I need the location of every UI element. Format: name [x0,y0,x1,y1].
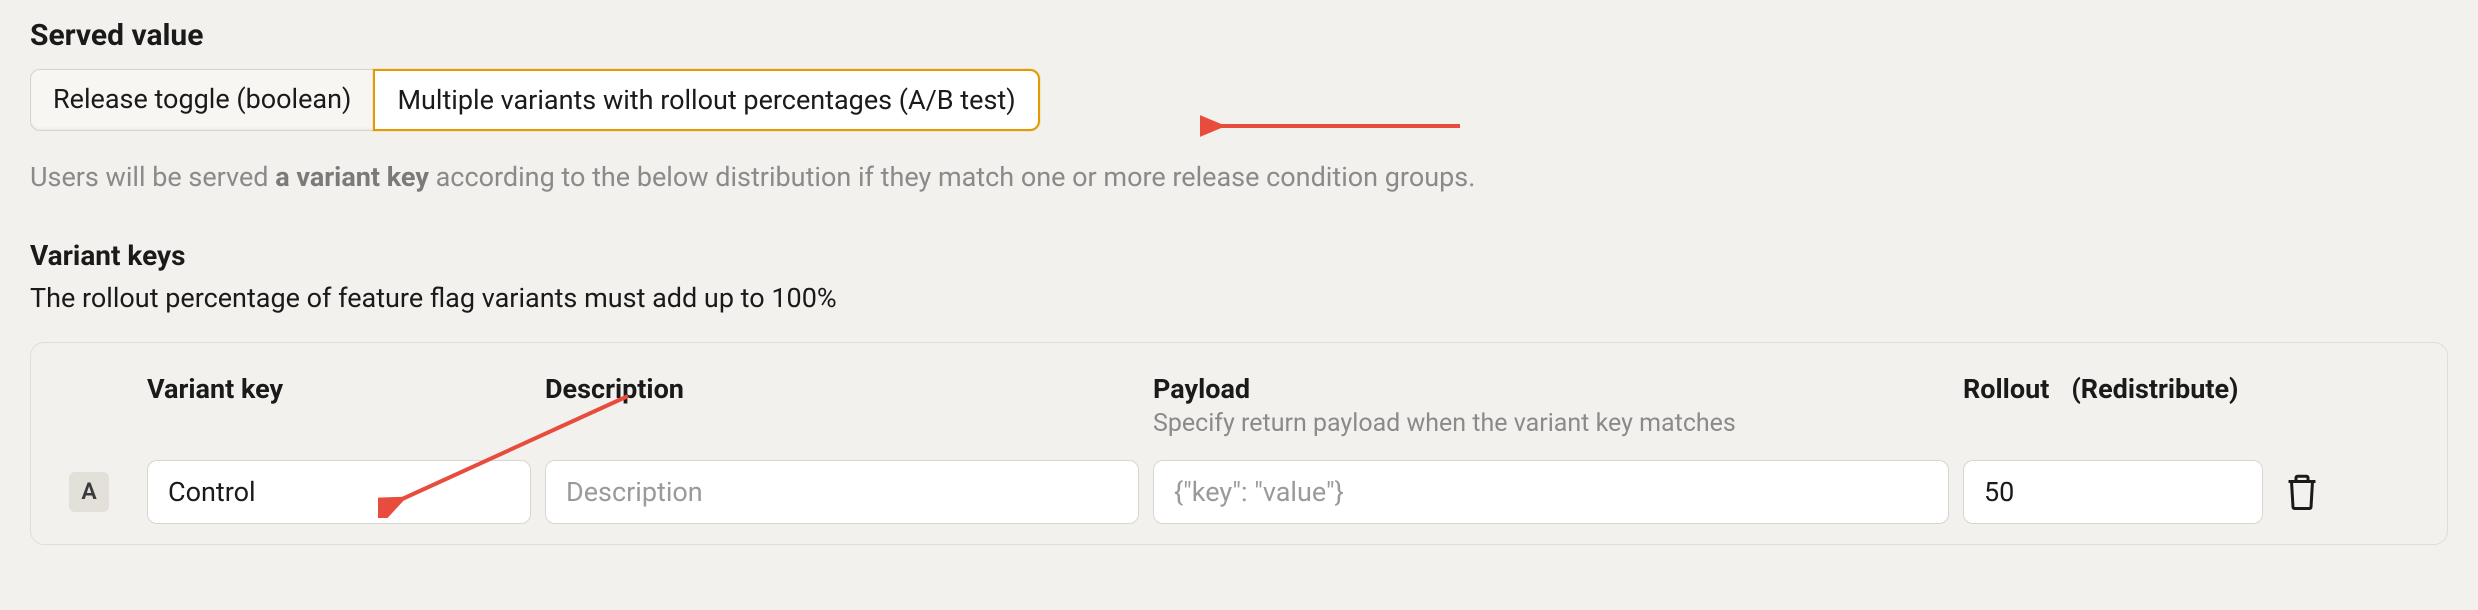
variant-header-row: Variant key Description Payload Specify … [69,373,2409,438]
variant-payload-input[interactable] [1153,460,1949,524]
variant-rollout-input[interactable] [1963,460,2263,524]
variant-description-input[interactable] [545,460,1139,524]
col-description: Description [545,373,1153,405]
option-release-toggle[interactable]: Release toggle (boolean) [30,69,373,131]
variant-keys-help: The rollout percentage of feature flag v… [30,282,2448,314]
variant-key-input[interactable] [147,460,531,524]
delete-variant-button[interactable] [2276,464,2328,520]
option-multi-variant[interactable]: Multiple variants with rollout percentag… [373,69,1039,131]
help-prefix: Users will be served [30,161,275,193]
served-value-toggle: Release toggle (boolean) Multiple varian… [30,69,1040,131]
variant-keys-title: Variant keys [30,239,2448,272]
col-variant-key: Variant key [147,373,545,405]
variant-badge: A [69,472,109,512]
variant-keys-panel: Variant key Description Payload Specify … [30,342,2448,545]
col-rollout: Rollout [1963,373,2049,405]
redistribute-button[interactable]: (Redistribute) [2071,373,2238,405]
help-suffix: according to the below distribution if t… [429,161,1475,193]
served-value-help: Users will be served a variant key accor… [30,159,2448,197]
served-value-title: Served value [30,18,2448,53]
help-bold: a variant key [275,161,429,193]
trash-icon [2284,472,2320,512]
variant-row: A [69,460,2409,524]
annotation-arrow-1 [1200,106,1470,146]
col-payload: Payload [1153,373,1963,405]
col-payload-sub: Specify return payload when the variant … [1153,409,1963,438]
